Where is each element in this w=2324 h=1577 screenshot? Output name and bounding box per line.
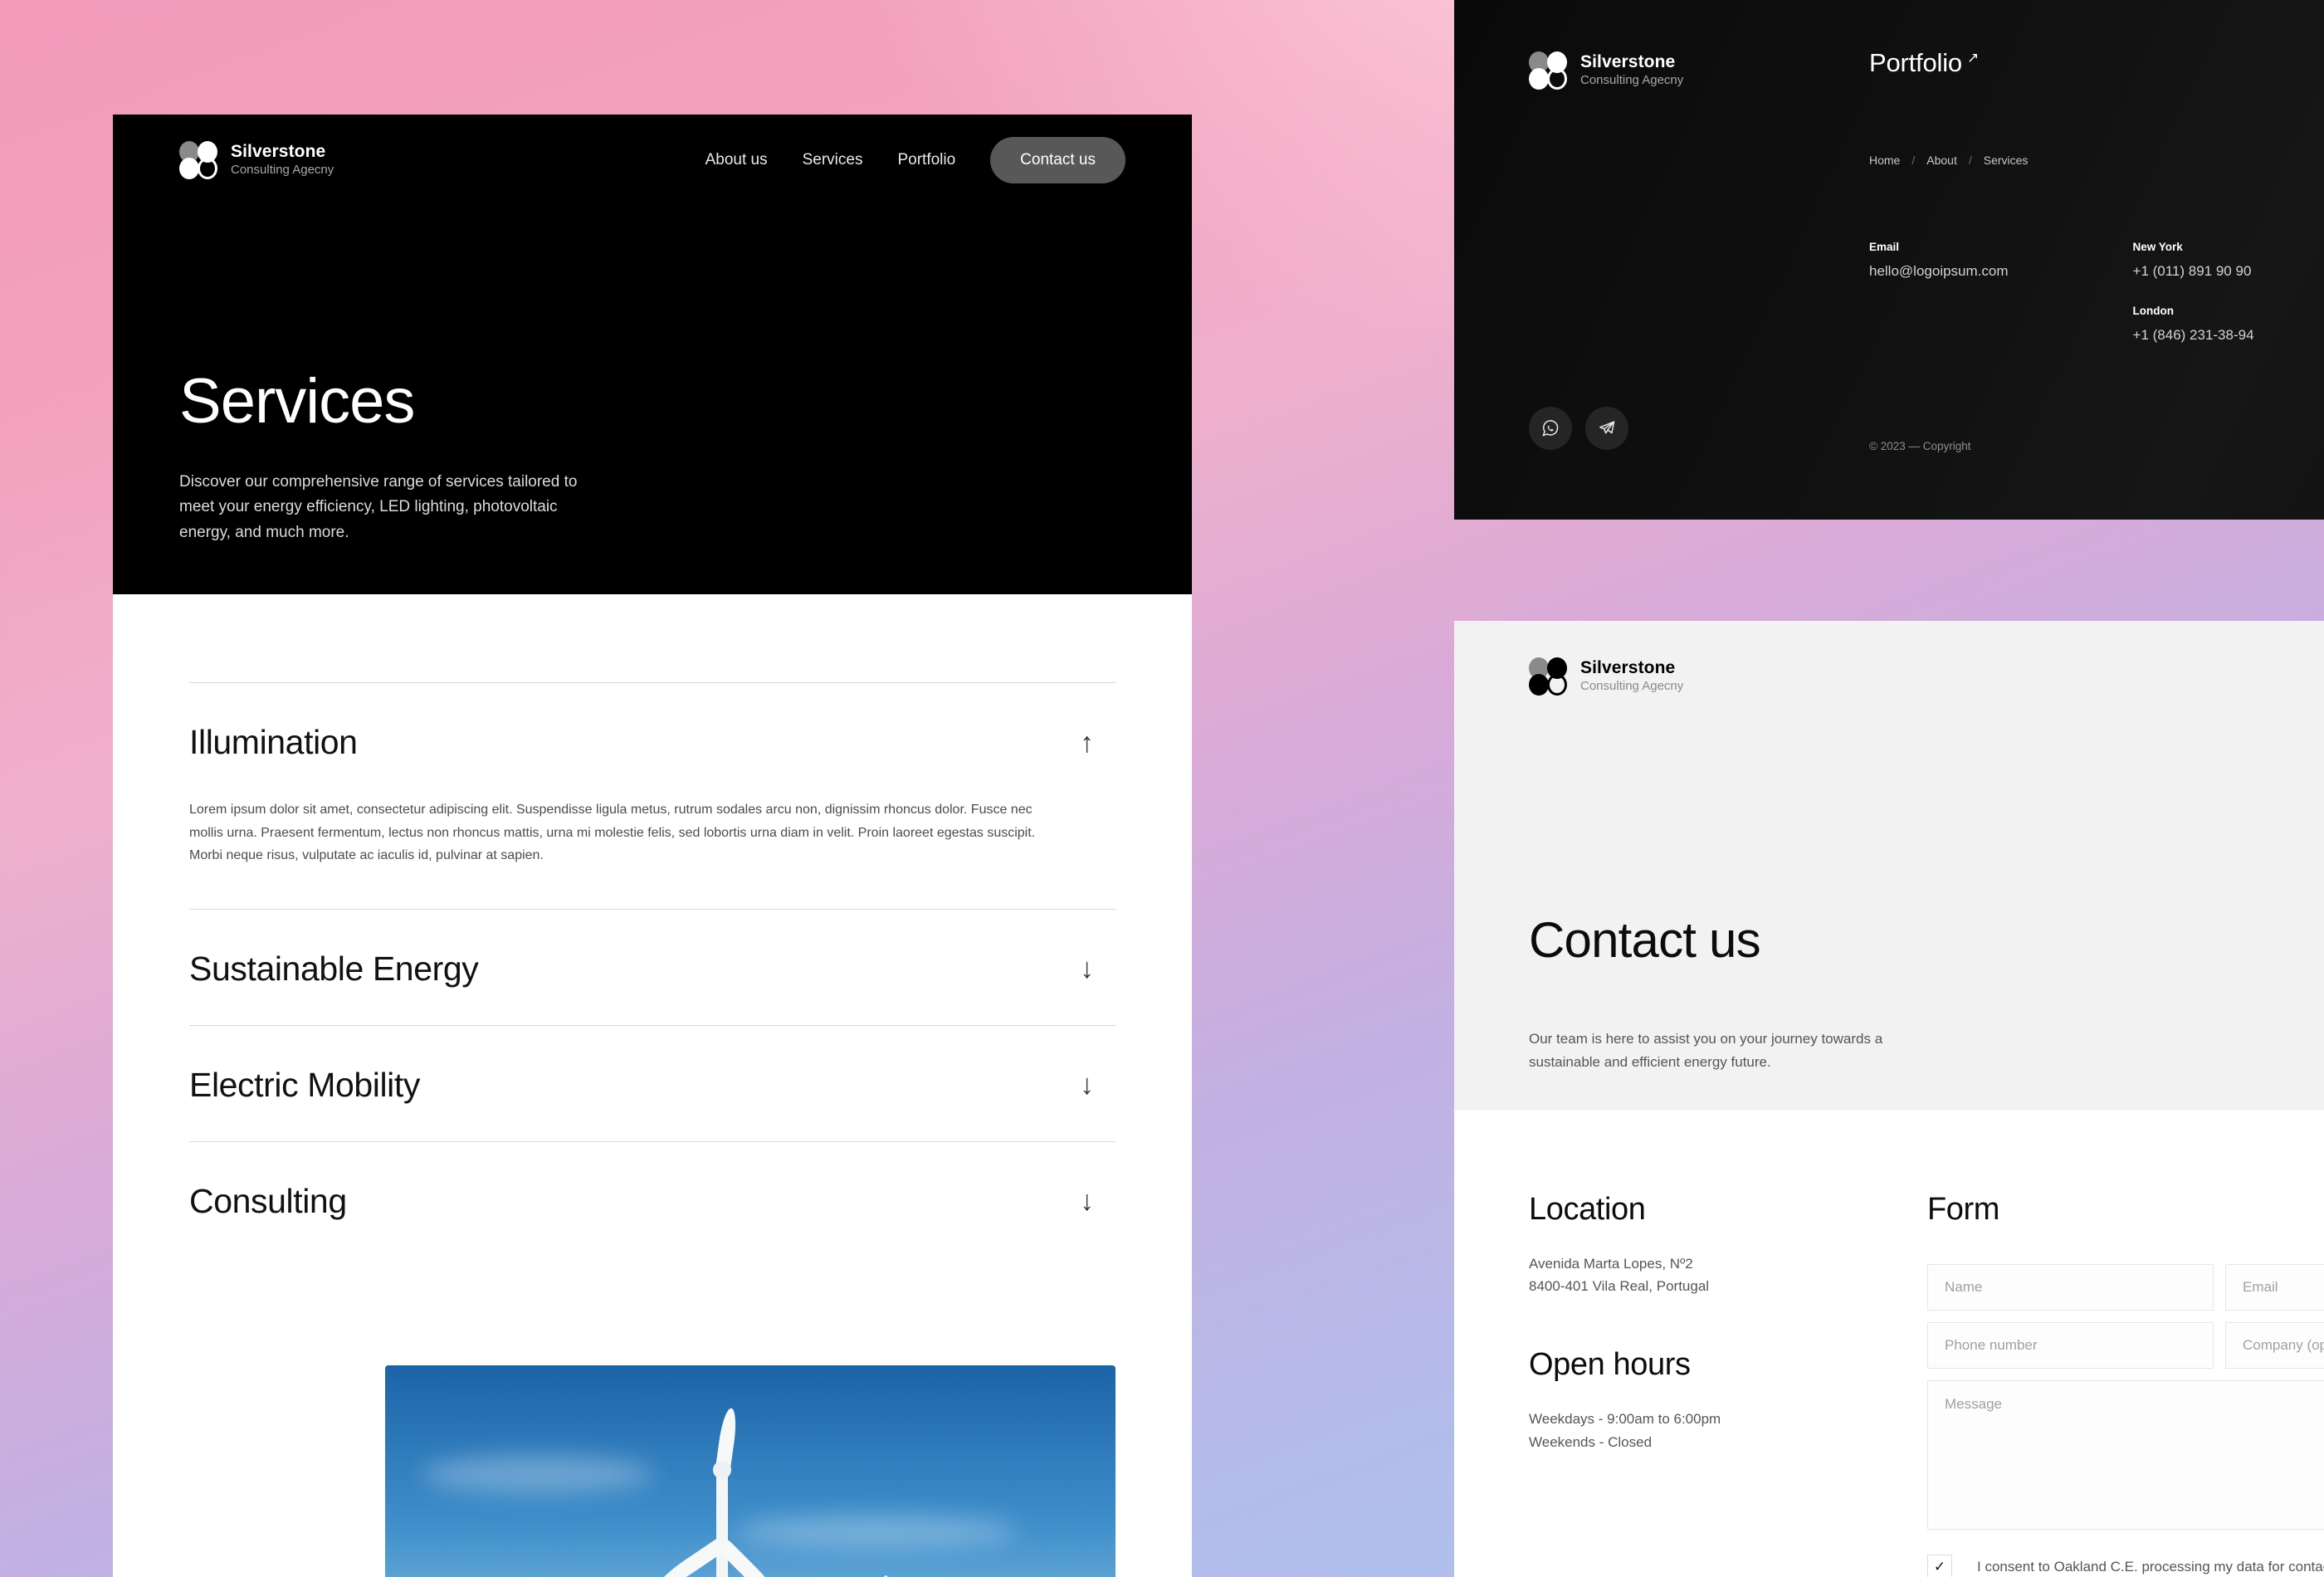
brand-name: Silverstone — [1580, 658, 1676, 678]
accordion-body: Lorem ipsum dolor sit amet, consectetur … — [189, 803, 1036, 863]
footer-link-services[interactable]: Services — [1984, 154, 2029, 167]
footer-dark-panel: Silverstone Consulting Agecny Portfolio … — [1454, 0, 2324, 520]
accordion-title: Illumination — [189, 723, 358, 761]
message-field[interactable]: Message — [1927, 1380, 2324, 1530]
portfolio-link[interactable]: Portfolio ↗ — [1869, 48, 1979, 78]
email-label: Email — [1869, 241, 1900, 253]
form-heading: Form — [1927, 1192, 2000, 1227]
accordion-item: Electric Mobility ↓ — [189, 1024, 1116, 1141]
consent-label: I consent to Oakland C.E. processing my … — [1977, 1559, 2324, 1575]
page-subtitle: Discover our comprehensive range of serv… — [179, 472, 578, 542]
brand-text: Silverstone Consulting Agecny — [1580, 52, 1683, 89]
email-value[interactable]: hello@logoipsum.com — [1869, 263, 2009, 280]
footer-link-home[interactable]: Home — [1869, 154, 1900, 167]
nav-item-services[interactable]: Services — [803, 151, 863, 169]
brand-tagline: Consulting Agecny — [231, 163, 334, 178]
address-line-1: Avenida Marta Lopes, Nº2 — [1529, 1256, 1693, 1272]
open-hours-heading: Open hours — [1529, 1347, 1691, 1383]
services-hero: Silverstone Consulting Agecny About us S… — [113, 115, 1192, 594]
footer-contact-columns: Email hello@logoipsum.com New York +1 (0… — [1869, 241, 2254, 369]
arrow-up-right-icon: ↗ — [1966, 50, 1980, 66]
footer-links: Home / About / Services — [1869, 154, 2028, 167]
brand-tagline: Consulting Agecny — [1580, 73, 1684, 88]
office-label: New York — [2132, 241, 2183, 253]
logo-circles-icon — [179, 141, 217, 179]
link-separator: / — [1968, 154, 1972, 167]
footer-offices-column: New York +1 (011) 891 90 90 London +1 (8… — [2133, 241, 2254, 369]
accordion-header-consulting[interactable]: Consulting ↓ — [189, 1142, 1116, 1257]
whatsapp-icon[interactable] — [1529, 407, 1572, 450]
nav-item-about-us[interactable]: About us — [706, 151, 768, 169]
nav-item-portfolio[interactable]: Portfolio — [897, 151, 955, 169]
consent-row: ✓ I consent to Oakland C.E. processing m… — [1927, 1555, 2324, 1577]
footer-email-column: Email hello@logoipsum.com — [1869, 241, 2009, 369]
accordion-header-illumination[interactable]: Illumination ↑ — [189, 683, 1116, 798]
name-field[interactable]: Name — [1927, 1264, 2214, 1311]
brand-logo[interactable]: Silverstone Consulting Agecny — [179, 141, 334, 179]
accordion-item: Illumination ↑ Lorem ipsum dolor sit ame… — [189, 682, 1116, 909]
copyright-text: © 2023 — Copyright — [1869, 440, 1971, 452]
brand-text: Silverstone Consulting Agecny — [1580, 658, 1683, 695]
email-field[interactable]: Email — [2225, 1264, 2324, 1311]
contact-title: Contact us — [1529, 912, 1761, 968]
accordion-title: Sustainable Energy — [189, 949, 479, 988]
brand-name: Silverstone — [231, 142, 326, 162]
arrow-down-icon[interactable]: ↓ — [1080, 954, 1116, 983]
services-nav: About us Services Portfolio Contact us — [706, 137, 1125, 183]
contact-form-column: Form Name Email Phone number Company (op… — [1927, 1192, 2324, 1577]
arrow-down-icon[interactable]: ↓ — [1080, 1071, 1116, 1099]
logo-circles-icon — [1529, 51, 1567, 90]
brand-tagline: Consulting Agecny — [1580, 679, 1684, 694]
company-field[interactable]: Company (optional) — [2225, 1322, 2324, 1369]
accordion-item: Consulting ↓ — [189, 1140, 1116, 1257]
contact-body: Location Avenida Marta Lopes, Nº2 8400-4… — [1454, 1111, 2324, 1577]
contact-us-button[interactable]: Contact us — [990, 137, 1125, 183]
link-separator: / — [1911, 154, 1916, 167]
brand-logo-contact[interactable]: Silverstone Consulting Agecny — [1529, 657, 1683, 696]
page-title: Services — [179, 365, 415, 437]
office-london: London +1 (846) 231-38-94 — [2133, 305, 2254, 344]
consent-checkbox[interactable]: ✓ — [1927, 1555, 1952, 1577]
accordion-title: Electric Mobility — [189, 1065, 420, 1104]
contact-hero: Silverstone Consulting Agecny About us S… — [1454, 621, 2324, 1111]
office-phone[interactable]: +1 (011) 891 90 90 — [2133, 263, 2254, 280]
services-header: Silverstone Consulting Agecny About us S… — [113, 115, 1192, 206]
contact-header: Silverstone Consulting Agecny About us S… — [1454, 621, 2324, 696]
contact-page-panel: Silverstone Consulting Agecny About us S… — [1454, 621, 2324, 1577]
telegram-icon[interactable] — [1585, 407, 1628, 450]
accordion-title: Consulting — [189, 1181, 347, 1220]
contact-info-column: Location Avenida Marta Lopes, Nº2 8400-4… — [1529, 1192, 1927, 1577]
brand-name: Silverstone — [1580, 52, 1676, 72]
footer-social-row — [1529, 407, 1628, 450]
hours-line-2: Weekends - Closed — [1529, 1433, 1653, 1450]
portfolio-label: Portfolio — [1869, 48, 1962, 77]
hero-content: Services Discover our comprehensive rang… — [179, 365, 594, 546]
accordion-header-electric-mobility[interactable]: Electric Mobility ↓ — [189, 1026, 1116, 1141]
brand-logo-footer[interactable]: Silverstone Consulting Agecny — [1529, 51, 1683, 90]
address-line-2: 8400-401 Vila Real, Portugal — [1529, 1278, 1710, 1295]
brand-text: Silverstone Consulting Agecny — [231, 142, 334, 178]
services-page-panel: Silverstone Consulting Agecny About us S… — [113, 115, 1192, 1577]
location-heading: Location — [1529, 1192, 1646, 1227]
wind-turbines-photo — [385, 1365, 1116, 1577]
hours-line-1: Weekdays - 9:00am to 6:00pm — [1529, 1411, 1721, 1428]
contact-subtitle: Our team is here to assist you on your j… — [1529, 1031, 1883, 1070]
phone-field[interactable]: Phone number — [1927, 1322, 2214, 1369]
accordion-header-sustainable-energy[interactable]: Sustainable Energy ↓ — [189, 910, 1116, 1025]
contact-form: Name Email Phone number Company (optiona… — [1927, 1264, 2324, 1530]
footer-link-about[interactable]: About — [1926, 154, 1957, 167]
services-accordion: Illumination ↑ Lorem ipsum dolor sit ame… — [113, 594, 1192, 1257]
logo-circles-icon — [1529, 657, 1567, 696]
arrow-up-icon[interactable]: ↑ — [1080, 729, 1116, 757]
arrow-down-icon[interactable]: ↓ — [1080, 1187, 1116, 1215]
office-label: London — [2132, 305, 2174, 317]
office-new-york: New York +1 (011) 891 90 90 — [2133, 241, 2254, 280]
accordion-item: Sustainable Energy ↓ — [189, 908, 1116, 1025]
screen-canvas: Silverstone Consulting Agecny About us S… — [0, 0, 2324, 1577]
office-phone[interactable]: +1 (846) 231-38-94 — [2133, 327, 2254, 344]
